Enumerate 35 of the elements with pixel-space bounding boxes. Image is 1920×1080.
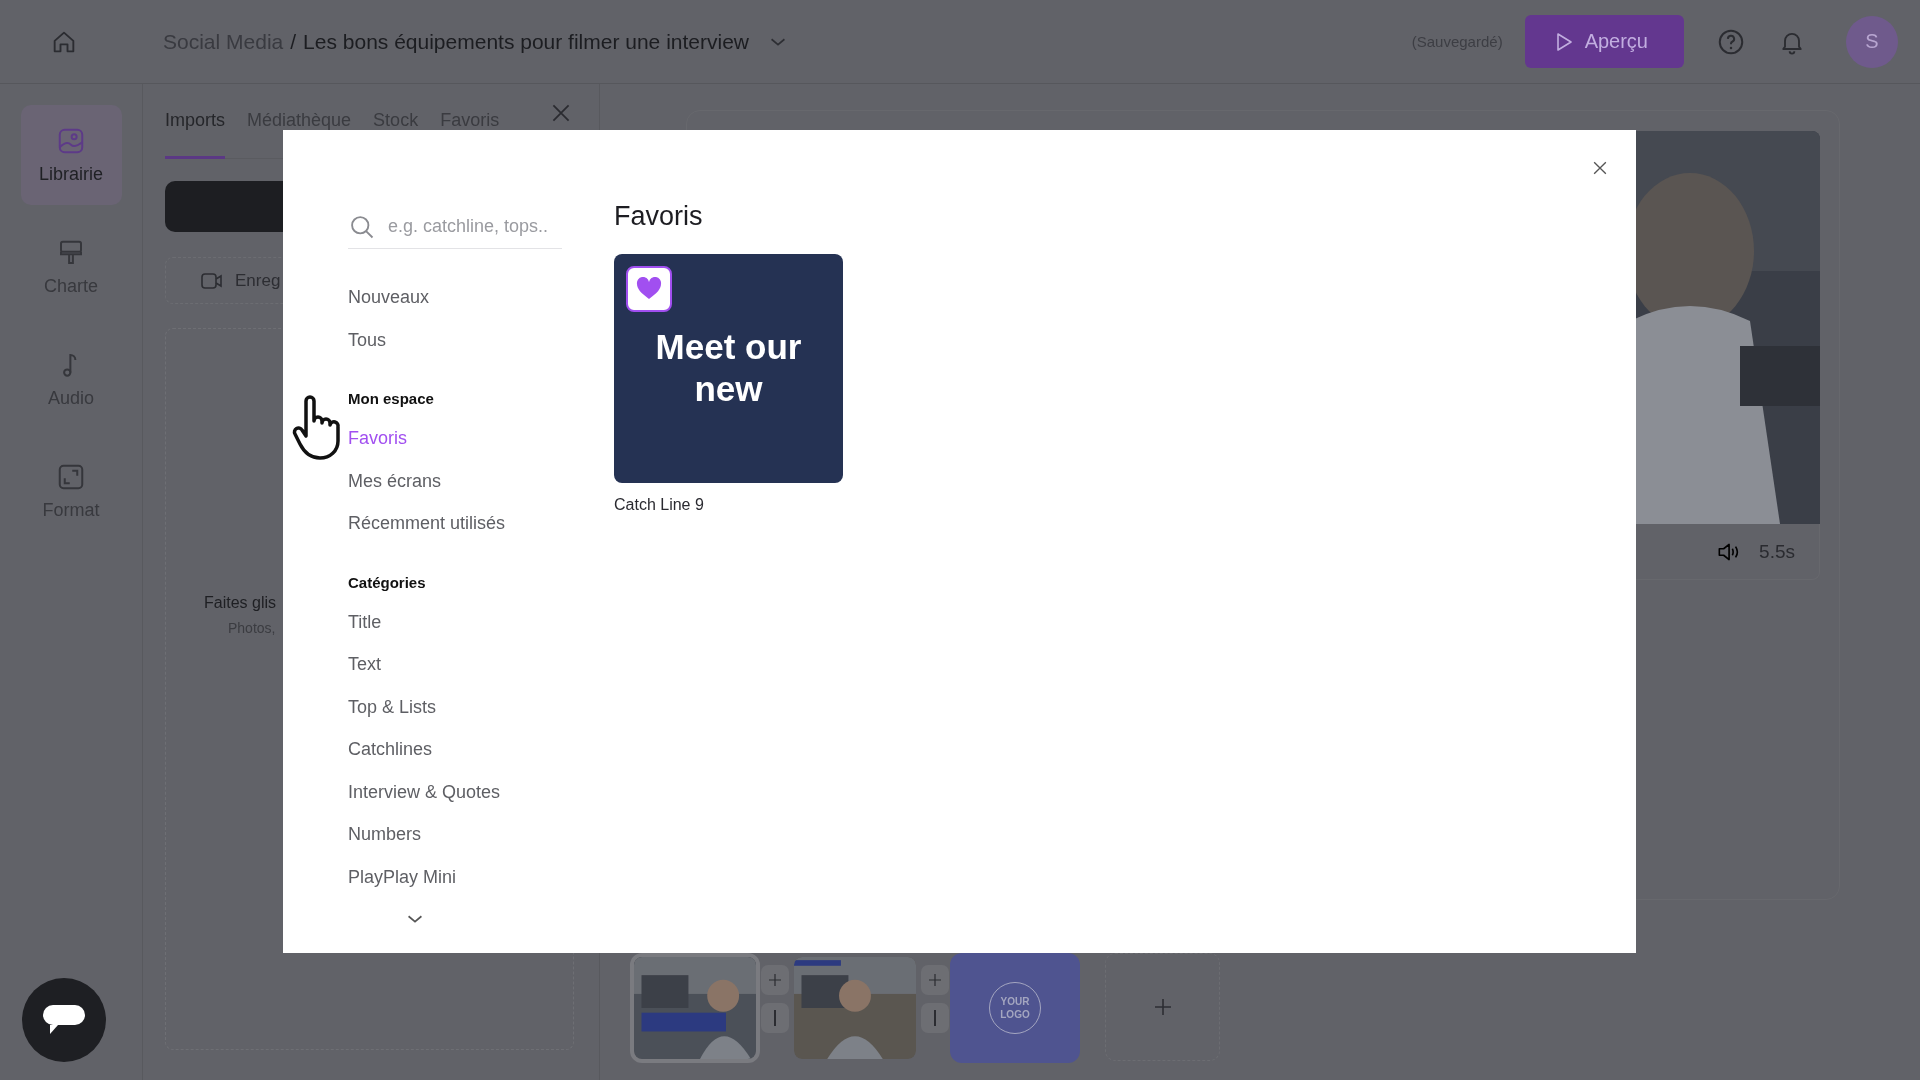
breadcrumb-separator: / [290,29,297,54]
category-link[interactable]: PlayPlay Mini [348,855,562,898]
section-heading: Catégories [348,572,427,593]
slide-thumbnail[interactable]: YOUR LOGO [950,953,1080,1063]
category-link[interactable]: Mes écrans [348,459,562,502]
split-button[interactable] [921,1003,949,1033]
drop-title: Faites glis [204,594,277,612]
add-slide-button[interactable] [761,965,789,995]
category-link[interactable]: Title [348,600,562,643]
duration-label: 5.5s [1759,540,1795,563]
template-card[interactable]: Meet our new [614,254,843,483]
heart-icon [636,277,662,301]
category-link[interactable]: Text [348,643,562,686]
split-button[interactable] [761,1003,789,1033]
hand-cursor-icon [292,395,342,461]
plus-icon [926,971,944,989]
panel-tab[interactable]: Imports [165,110,225,159]
add-slide-button[interactable] [921,965,949,995]
card-headline: Meet our new [654,326,803,410]
project-title: Les bons équipements pour filmer une interview [303,29,749,54]
user-avatar[interactable]: S [1846,15,1898,68]
category-link[interactable]: Interview & Quotes [348,770,562,813]
category-link[interactable]: Tous [348,318,562,361]
category-link[interactable]: Numbers [348,813,562,856]
category-link[interactable]: Nouveaux [348,276,562,319]
preview-button[interactable]: Aperçu [1524,15,1684,68]
category-link[interactable]: Top & Lists [348,685,562,728]
sidebar-item[interactable]: Librairie [20,105,122,205]
section-title: Favoris [614,201,704,232]
category-link[interactable]: Catchlines [348,728,562,771]
section-heading: Mon espace [348,389,435,409]
category-link[interactable]: Récemment utilisés [348,502,562,545]
card-caption: Catch Line 9 [614,496,705,514]
favorite-button[interactable] [626,266,672,312]
plus-icon [766,971,784,989]
